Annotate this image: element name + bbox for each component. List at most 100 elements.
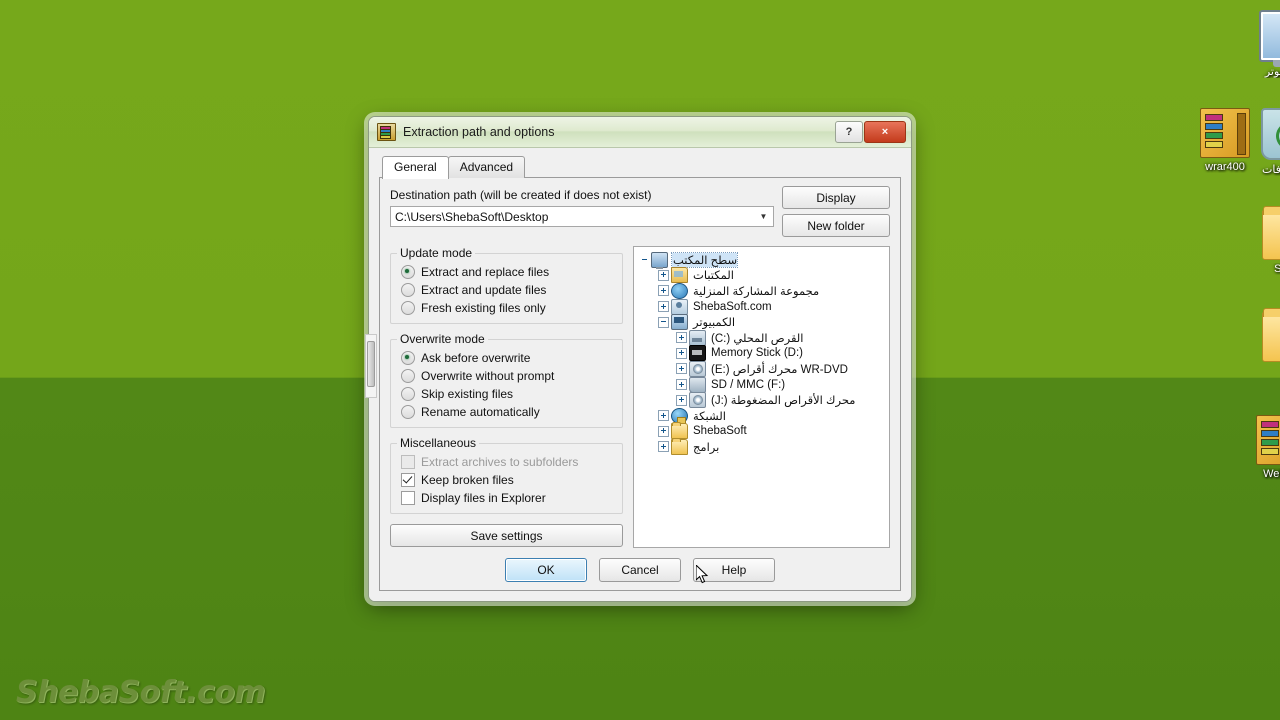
winrar-archive-icon — [1200, 108, 1250, 158]
desktop-icon-label: المحذوفات — [1262, 164, 1280, 176]
update-mode-option-0[interactable]: Extract and replace files — [399, 263, 614, 281]
miscellaneous-options: Extract archives to subfolders Keep broke… — [399, 453, 614, 507]
tree-item[interactable]: الكمبيوتر — [640, 314, 885, 331]
overwrite-mode-legend: Overwrite mode — [400, 332, 485, 346]
overwrite-mode-option-3[interactable]: Rename automatically — [399, 403, 614, 421]
dialog-title-bar[interactable]: Extraction path and options ? × — [369, 117, 911, 148]
new-folder-button[interactable]: New folder — [782, 214, 890, 237]
desktop-icon-5[interactable]: Web_E — [1238, 415, 1280, 480]
chevron-down-icon[interactable]: ▼ — [756, 212, 771, 221]
update-mode-option-2[interactable]: Fresh existing files only — [399, 299, 614, 317]
update-mode-options: Extract and replace files Extract and upd… — [399, 263, 614, 317]
help-button[interactable]: ? — [835, 121, 863, 143]
tree-item[interactable]: ShebaSoft.com — [640, 298, 885, 315]
desktop-icon-0[interactable]: الكمبيوتر — [1242, 10, 1280, 78]
checkbox — [401, 455, 415, 469]
desktop-icon-3[interactable]: Sheb — [1244, 206, 1280, 275]
recycle-bin-icon — [1261, 108, 1280, 160]
destination-buttons: Display New folder — [782, 186, 890, 237]
libraries-icon — [671, 267, 688, 284]
tree-item-label: سطح المكتب — [670, 251, 739, 268]
dvd-drive-icon — [689, 392, 706, 409]
expand-plus-icon[interactable] — [658, 269, 669, 281]
computer-icon — [671, 314, 688, 331]
checkbox[interactable] — [401, 473, 415, 487]
expand-plus-icon[interactable] — [658, 285, 669, 297]
radio-button[interactable] — [401, 405, 415, 419]
tree-item[interactable]: Memory Stick (D:) — [640, 345, 885, 362]
radio-button[interactable] — [401, 387, 415, 401]
update-mode-option-1[interactable]: Extract and update files — [399, 281, 614, 299]
tree-item[interactable]: محرك الأقراص المضغوطة (:J) — [640, 392, 885, 409]
tree-item[interactable]: SD / MMC (F:) — [640, 376, 885, 393]
tree-item[interactable]: DVD-RW محرك أقراص (:E) — [640, 360, 885, 377]
destination-path-value: C:\Users\ShebaSoft\Desktop — [395, 209, 549, 224]
overwrite-mode-option-1[interactable]: Overwrite without prompt — [399, 367, 614, 385]
harddisk-icon — [689, 329, 706, 346]
option-label: Overwrite without prompt — [421, 369, 555, 383]
expand-plus-icon[interactable] — [658, 441, 669, 453]
radio-button[interactable] — [401, 283, 415, 297]
destination-path-input[interactable]: C:\Users\ShebaSoft\Desktop ▼ — [390, 206, 774, 227]
overwrite-mode-option-2[interactable]: Skip existing files — [399, 385, 614, 403]
left-scrollbar-sliver[interactable] — [365, 334, 377, 398]
folder-icon — [1262, 206, 1280, 260]
winrar-books-icon — [377, 123, 396, 141]
expand-plus-icon[interactable] — [676, 363, 687, 375]
dialog-footer: OK Cancel Help — [390, 548, 890, 582]
tree-item-label: ShebaSoft — [693, 425, 747, 438]
expand-plus-icon[interactable] — [676, 347, 687, 359]
homegroup-icon — [671, 282, 688, 299]
general-tab-panel: Destination path (will be created if doe… — [379, 177, 901, 591]
expand-plus-icon[interactable] — [676, 332, 687, 344]
tree-item[interactable]: برامج — [640, 437, 885, 455]
winrar-archive-icon — [1256, 415, 1280, 465]
tab-advanced[interactable]: Advanced — [447, 156, 526, 178]
checkbox[interactable] — [401, 491, 415, 505]
option-label: Ask before overwrite — [421, 351, 531, 365]
radio-button[interactable] — [401, 351, 415, 365]
expand-plus-icon[interactable] — [658, 425, 669, 437]
collapse-minus-icon[interactable] — [658, 316, 669, 328]
desktop-icon-label: Sheb — [1274, 263, 1280, 275]
ok-button[interactable]: OK — [505, 558, 587, 582]
tree-item[interactable]: القرص المحلي (:C) — [640, 329, 885, 346]
sd-card-icon — [689, 376, 706, 393]
tree-item-label: القرص المحلي (:C) — [711, 332, 804, 345]
save-settings-button[interactable]: Save settings — [390, 524, 623, 547]
overwrite-mode-options: Ask before overwrite Overwrite without pr… — [399, 349, 614, 421]
radio-button[interactable] — [401, 301, 415, 315]
folder-tree[interactable]: سطح المكتب المكتبات مجموعة المشاركة المنزل… — [633, 246, 890, 548]
tree-item-label: الشبكة — [693, 410, 726, 423]
update-mode-legend: Update mode — [400, 246, 473, 260]
folder-shortcut-icon — [1262, 308, 1280, 362]
overwrite-mode-group: Overwrite mode Ask before overwrite Overw… — [390, 332, 623, 428]
expand-plus-icon[interactable] — [658, 301, 669, 313]
radio-button[interactable] — [401, 265, 415, 279]
display-button[interactable]: Display — [782, 186, 890, 209]
tab-general[interactable]: General — [382, 156, 449, 179]
tree-item[interactable]: مجموعة المشاركة المنزلية — [640, 282, 885, 299]
overwrite-mode-option-0[interactable]: Ask before overwrite — [399, 349, 614, 367]
monitor-icon — [651, 251, 668, 269]
tree-item[interactable]: ShebaSoft — [640, 422, 885, 440]
expand-plus-icon[interactable] — [676, 394, 687, 406]
tree-item[interactable]: الشبكة — [640, 407, 885, 424]
radio-button[interactable] — [401, 369, 415, 383]
option-label: Fresh existing files only — [421, 301, 546, 315]
miscellaneous-option-2[interactable]: Display files in Explorer — [399, 489, 614, 507]
miscellaneous-option-1[interactable]: Keep broken files — [399, 471, 614, 489]
desktop-icon-4[interactable] — [1244, 308, 1280, 365]
expand-plus-icon[interactable] — [658, 410, 669, 422]
cancel-button[interactable]: Cancel — [599, 558, 681, 582]
tree-item[interactable]: سطح المكتب — [640, 251, 885, 269]
desktop-icon-2[interactable]: المحذوفات — [1244, 108, 1280, 176]
help-button-footer[interactable]: Help — [693, 558, 775, 582]
tree-item-label: SD / MMC (F:) — [711, 378, 786, 391]
dialog-body: General Advanced Destination path (will … — [369, 148, 911, 601]
tree-item[interactable]: المكتبات — [640, 267, 885, 284]
close-icon[interactable]: × — [864, 121, 906, 143]
miscellaneous-group: Miscellaneous Extract archives to subfol… — [390, 436, 623, 514]
scrollbar-thumb[interactable] — [367, 341, 375, 387]
expand-plus-icon[interactable] — [676, 379, 687, 391]
